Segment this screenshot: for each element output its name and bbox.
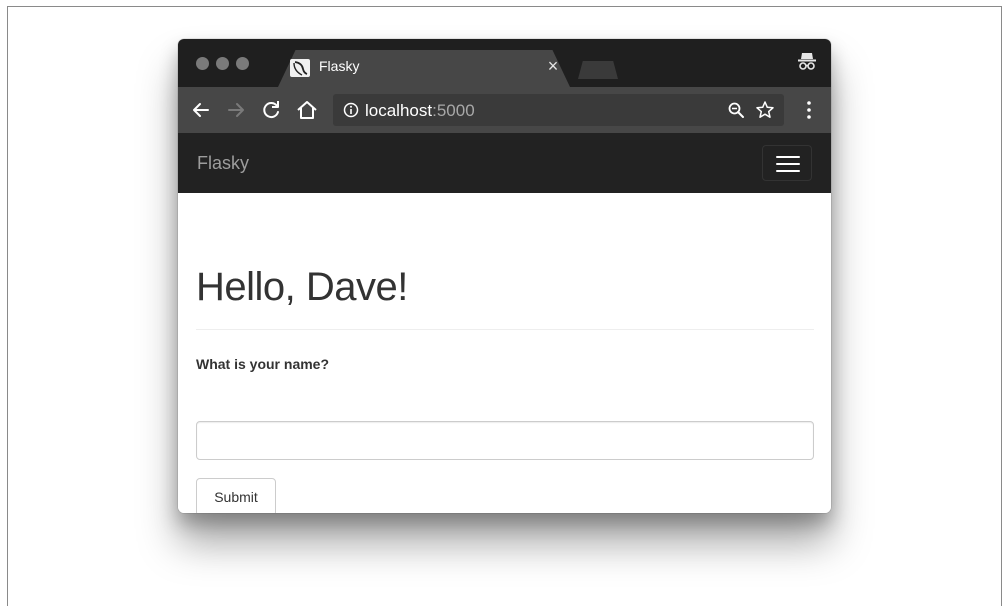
address-bar[interactable]: localhost:5000 [333,94,784,126]
heading-divider [196,329,814,330]
hamburger-icon-bar [776,163,800,165]
address-url: localhost:5000 [365,101,475,121]
browser-toolbar: localhost:5000 [178,87,831,133]
name-input[interactable] [196,421,814,460]
site-navbar: Flasky [178,133,831,193]
flask-favicon-icon [290,59,310,77]
close-window-button[interactable] [196,57,209,70]
forward-arrow-icon[interactable] [223,97,249,123]
address-host: localhost [365,101,433,120]
info-icon[interactable] [343,102,359,118]
submit-button[interactable]: Submit [196,478,276,513]
star-icon[interactable] [755,100,775,120]
back-arrow-icon[interactable] [188,97,214,123]
new-tab-button[interactable] [578,61,618,79]
hamburger-icon [776,156,800,158]
browser-titlebar: Flasky × [178,39,831,87]
home-icon[interactable] [294,97,320,123]
maximize-window-button[interactable] [236,57,249,70]
minimize-window-button[interactable] [216,57,229,70]
browser-window: Flasky × localhost:5000 Flasky Hello, Da… [178,39,831,513]
tab-close-icon[interactable]: × [543,56,563,76]
navbar-brand[interactable]: Flasky [197,153,249,174]
page-content: Hello, Dave! What is your name? Submit [178,193,831,513]
incognito-icon [795,50,819,74]
address-port: :5000 [432,101,475,120]
reload-icon[interactable] [258,97,284,123]
hamburger-icon-bar [776,170,800,172]
zoom-out-icon[interactable] [727,101,745,119]
menu-dots-icon[interactable] [806,99,812,121]
page-title: Hello, Dave! [196,265,408,309]
name-field-label: What is your name? [196,356,330,372]
navbar-toggle-button[interactable] [762,145,812,181]
tab-title: Flasky [319,58,360,74]
